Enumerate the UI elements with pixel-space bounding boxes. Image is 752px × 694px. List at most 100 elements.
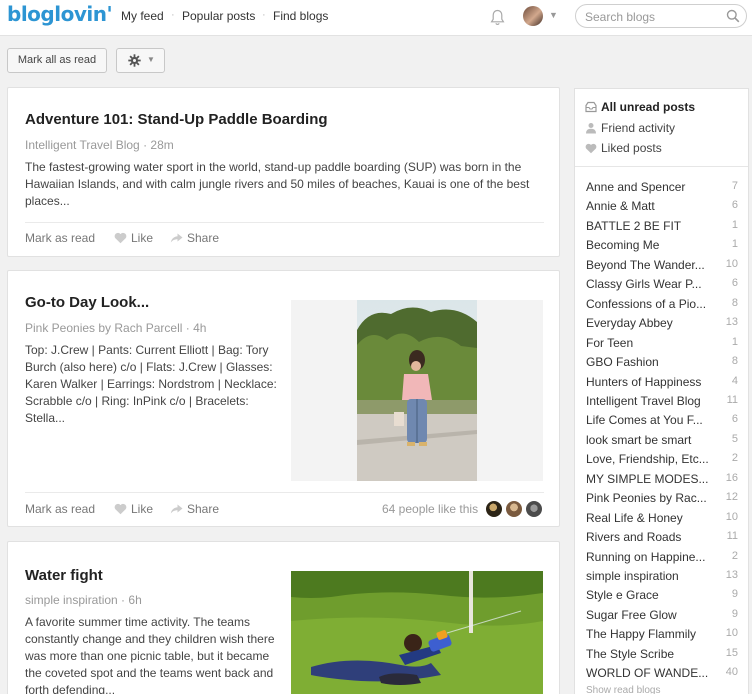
post-meta: Pink Peonies by Rach Parcell · 4h [25, 321, 206, 335]
settings-dropdown-button[interactable]: ▼ [116, 48, 165, 73]
share-button[interactable]: Share [170, 502, 219, 516]
sidebar-blog-item[interactable]: Annie & Matt 6 [586, 199, 738, 216]
nav-my-feed[interactable]: My feed [121, 9, 164, 23]
like-label: Like [131, 502, 154, 516]
filter-liked-posts[interactable]: Liked posts [585, 141, 662, 155]
post-image[interactable] [291, 300, 543, 481]
unread-count: 5 [731, 432, 738, 445]
blog-name: simple inspiration [586, 569, 679, 583]
sidebar-blog-item[interactable]: Becoming Me 1 [586, 238, 738, 255]
like-button[interactable]: Like [114, 231, 153, 245]
unread-count: 1 [731, 335, 738, 348]
sidebar-blog-item[interactable]: WORLD OF WANDE... 40 [586, 666, 738, 683]
bell-icon[interactable] [490, 9, 505, 29]
sidebar-blog-item[interactable]: Hunters of Happiness 4 [586, 375, 738, 392]
post-title[interactable]: Adventure 101: Stand-Up Paddle Boarding [25, 111, 328, 128]
post-meta: simple inspiration · 6h [25, 593, 142, 607]
post-title[interactable]: Water fight [25, 567, 103, 584]
sidebar-blog-item[interactable]: Rivers and Roads 11 [586, 530, 738, 547]
card-divider [25, 492, 544, 493]
filter-friend-activity[interactable]: Friend activity [585, 121, 675, 135]
sidebar-blog-item[interactable]: Anne and Spencer 7 [586, 180, 738, 197]
blog-name: Real Life & Honey [586, 510, 683, 525]
blog-name: BATTLE 2 BE FIT [586, 218, 682, 233]
sidebar-blog-item[interactable]: Beyond The Wander... 10 [586, 258, 738, 275]
nav-popular-posts[interactable]: Popular posts [182, 9, 255, 23]
sidebar-blog-item[interactable]: simple inspiration 13 [586, 569, 738, 586]
post-age: 4h [193, 321, 207, 335]
blog-name: Becoming Me [586, 238, 660, 253]
share-button[interactable]: Share [170, 231, 219, 245]
show-read-blogs-link[interactable]: Show read blogs [586, 685, 661, 694]
meta-dot: · [139, 138, 151, 152]
sidebar-blog-item[interactable]: Running on Happine... 2 [586, 550, 738, 567]
search-icon[interactable] [726, 9, 740, 26]
sidebar-blog-item[interactable]: Intelligent Travel Blog 11 [586, 394, 738, 411]
sidebar-blog-item[interactable]: MY SIMPLE MODES... 16 [586, 472, 738, 489]
blog-name: Annie & Matt [586, 199, 655, 214]
filter-label: Friend activity [601, 121, 676, 135]
sidebar-blog-item[interactable]: The Style Scribe 15 [586, 647, 738, 664]
share-icon [170, 233, 183, 243]
sidebar-blog-item[interactable]: The Happy Flammily 10 [586, 627, 738, 644]
user-avatar[interactable] [523, 6, 543, 26]
liker-avatar[interactable] [506, 501, 522, 517]
sidebar-blog-item[interactable]: Confessions of a Pio... 8 [586, 297, 738, 314]
unread-count: 11 [726, 530, 738, 543]
post-card: Water fight simple inspiration · 6h A fa… [7, 541, 560, 694]
unread-count: 12 [725, 491, 738, 504]
unread-count: 2 [731, 452, 738, 465]
mark-as-read-button[interactable]: Mark as read [25, 502, 95, 516]
person-icon [586, 123, 596, 134]
search-input[interactable] [585, 8, 725, 25]
heart-icon [114, 232, 127, 244]
post-title[interactable]: Go-to Day Look... [25, 294, 149, 311]
post-excerpt: The fastest-growing water sport in the w… [25, 160, 530, 208]
blog-name: Rivers and Roads [586, 530, 682, 545]
bloglovin-logo[interactable]: bloglovin' [7, 2, 113, 26]
sidebar-blog-item[interactable]: Style e Grace 9 [586, 588, 738, 605]
chevron-down-icon[interactable]: ▼ [549, 10, 558, 20]
like-button[interactable]: Like [114, 502, 153, 516]
post-image[interactable] [291, 571, 543, 694]
liker-avatar[interactable] [526, 501, 542, 517]
blog-name: Style e Grace [586, 588, 659, 603]
unread-count: 10 [725, 510, 738, 523]
unread-count: 1 [731, 218, 738, 231]
sidebar-blog-item[interactable]: Love, Friendship, Etc... 2 [586, 452, 738, 469]
sidebar-blog-item[interactable]: Classy Girls Wear P... 6 [586, 277, 738, 294]
nav-separator: · [171, 9, 175, 21]
liker-avatar[interactable] [486, 501, 502, 517]
filter-all-unread[interactable]: All unread posts [585, 100, 695, 114]
likers-count[interactable]: 64 people like this [382, 502, 478, 516]
post-blog-name[interactable]: Intelligent Travel Blog [25, 138, 140, 152]
unread-count: 40 [725, 666, 738, 679]
sidebar-blog-item[interactable]: For Teen 1 [586, 336, 738, 353]
blog-name: Intelligent Travel Blog [586, 393, 701, 408]
mark-all-as-read-button[interactable]: Mark all as read [7, 48, 107, 73]
blog-name: look smart be smart [586, 432, 692, 447]
meta-dot: · [182, 321, 194, 335]
unread-count: 16 [725, 471, 738, 484]
sidebar-blog-item[interactable]: Sugar Free Glow 9 [586, 608, 738, 625]
blog-name: For Teen [586, 335, 634, 350]
post-blog-name[interactable]: simple inspiration [25, 593, 118, 607]
post-photo [291, 571, 543, 694]
unread-count: 9 [731, 607, 738, 620]
sidebar-blog-item[interactable]: BATTLE 2 BE FIT 1 [586, 219, 738, 236]
blog-name: Hunters of Happiness [586, 374, 702, 389]
sidebar-blog-item[interactable]: Everyday Abbey 13 [586, 316, 738, 333]
sidebar-blog-item[interactable]: Real Life & Honey 10 [586, 511, 738, 528]
share-label: Share [187, 231, 220, 245]
nav-find-blogs[interactable]: Find blogs [273, 9, 328, 23]
mark-as-read-button[interactable]: Mark as read [25, 231, 95, 245]
blog-name: Everyday Abbey [586, 316, 673, 331]
post-blog-name[interactable]: Pink Peonies by Rach Parcell [25, 321, 182, 335]
sidebar-blog-item[interactable]: Pink Peonies by Rac... 12 [586, 491, 738, 508]
heart-icon [585, 143, 597, 154]
sidebar-blog-item[interactable]: GBO Fashion 8 [586, 355, 738, 372]
sidebar-blog-item[interactable]: Life Comes at You F... 6 [586, 413, 738, 430]
filter-label: All unread posts [601, 100, 696, 114]
blog-name: The Style Scribe [586, 646, 675, 661]
sidebar-blog-item[interactable]: look smart be smart 5 [586, 433, 738, 450]
